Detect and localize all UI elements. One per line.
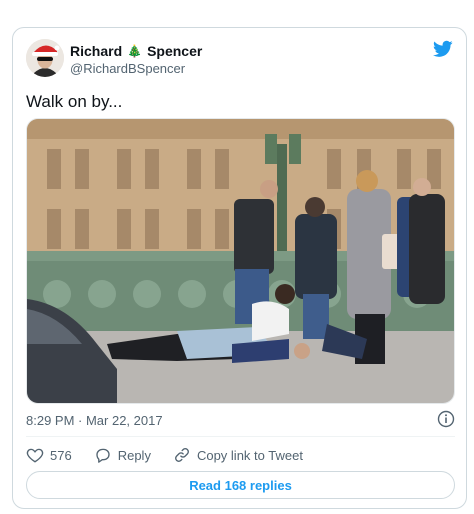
author-name[interactable]: Richard 🎄 Spencer [70,43,202,59]
heart-icon [26,448,44,463]
read-replies-button[interactable]: Read 168 replies [26,471,455,499]
like-count: 576 [50,447,72,463]
christmas-tree-emoji: 🎄 [127,44,143,58]
reply-label: Reply [117,447,151,463]
twitter-bird-icon[interactable] [432,40,453,58]
info-icon[interactable] [437,410,455,428]
author-last-name: Spencer [147,43,203,59]
tweet-actions: 576 Reply Copy link to Tweet [26,444,325,466]
avatar[interactable] [26,39,64,77]
reply-bubble-icon [96,448,110,463]
like-button[interactable]: 576 [26,446,72,464]
reply-button[interactable]: Reply [94,446,151,464]
copy-link-button[interactable]: Copy link to Tweet [173,446,303,464]
tweet-text: Walk on by... [26,92,123,111]
copy-link-label: Copy link to Tweet [196,447,303,463]
author-handle[interactable]: @RichardBSpencer [70,61,185,76]
author-first-name: Richard [70,43,123,59]
tweet-photo[interactable] [26,118,455,404]
tweet-timestamp[interactable]: 8:29 PM · Mar 22, 2017 [26,413,163,428]
divider [26,436,455,437]
link-icon [175,448,189,462]
